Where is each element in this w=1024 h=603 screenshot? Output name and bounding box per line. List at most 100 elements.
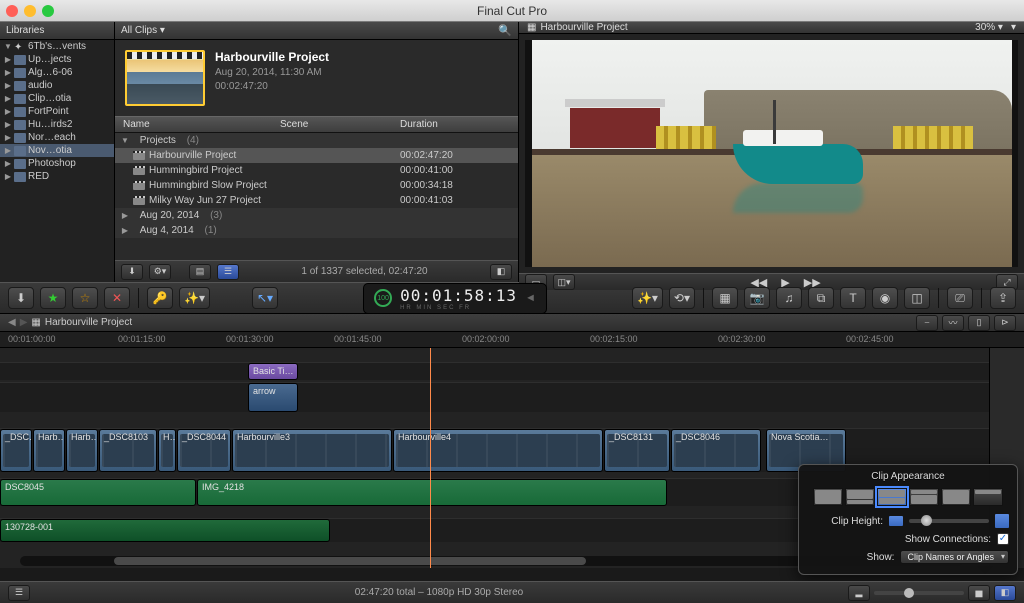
video-clip[interactable]: _DSC8046 [671,429,761,472]
gear-menu-button[interactable]: ⚙▾ [149,264,171,280]
effects-browser-button[interactable]: ▦ [712,287,738,309]
appearance-option-1[interactable] [813,488,843,506]
photos-browser-button[interactable]: 📷 [744,287,770,309]
event-item[interactable]: ▶Hu…irds2 [0,118,114,131]
library-root[interactable]: ▼ ✦ 6Tb's…vents [0,40,114,53]
video-clip[interactable]: Harbourville4 [393,429,603,472]
col-duration[interactable]: Duration [400,119,518,130]
disclosure-triangle-icon[interactable]: ▶ [4,172,12,181]
disclosure-triangle-icon[interactable]: ▼ [4,42,12,51]
clip-height-slider[interactable] [909,519,989,523]
clip-appearance-button[interactable]: ◧ [490,264,512,280]
unrate-button[interactable]: ☆ [72,287,98,309]
event-item[interactable]: ▶audio [0,79,114,92]
share-button[interactable]: ⇪ [990,287,1016,309]
timeline-index-button[interactable]: ☰ [8,585,30,601]
inspector-button[interactable]: ⎚ [947,287,973,309]
timeline-zoom-slider[interactable] [874,591,964,595]
show-names-select[interactable]: Clip Names or Angles [900,550,1009,564]
video-clip[interactable]: _DSC8103 [99,429,157,472]
retime-button[interactable]: ⟲▾ [669,287,695,309]
snapping-button[interactable]: ⊳ [994,315,1016,331]
audio-clip[interactable]: 130728-001 [0,519,330,542]
event-item[interactable]: ▶Up…jects [0,53,114,66]
minimize-window-button[interactable] [24,5,36,17]
timecode-value[interactable]: 00:01:58:13 [400,286,517,305]
keyword-button[interactable]: 🔑 [147,287,173,309]
timeline-history-fwd[interactable]: ▶ [20,317,28,328]
event-item[interactable]: ▶Alg…6-06 [0,66,114,79]
timeline-history-back[interactable]: ◀ [8,317,16,328]
appearance-option-6[interactable] [973,488,1003,506]
event-item[interactable]: ▶Photoshop [0,157,114,170]
skimming-button[interactable]: ⎯ [916,315,938,331]
viewer-zoom-menu[interactable]: 30% ▾ [975,22,1003,33]
disclosure-triangle-icon[interactable]: ▶ [4,159,12,168]
timecode-dashboard[interactable]: 100 00:01:58:13 HR MIN SEC FR ◄ [363,283,547,314]
effects-enhance-button[interactable]: ✨▾ [632,287,663,309]
favorite-button[interactable]: ★ [40,287,66,309]
filmstrip-view-button[interactable]: ▤ [189,264,211,280]
disclosure-triangle-icon[interactable]: ▶ [121,226,129,235]
disclosure-triangle-icon[interactable]: ▶ [4,133,12,142]
browser-filter[interactable]: All Clips ▾ [121,25,165,36]
title-clip[interactable]: Basic Ti… [248,363,298,380]
browser-item-row[interactable]: Milky Way Jun 27 Project00:00:41:03 [115,193,518,208]
disclosure-triangle-icon[interactable]: ▶ [4,146,12,155]
browser-columns-header[interactable]: Name Scene Duration [115,116,518,133]
viewer-canvas[interactable] [525,40,1018,267]
disclosure-triangle-icon[interactable]: ▶ [4,68,12,77]
zoom-window-button[interactable] [42,5,54,17]
show-connections-checkbox[interactable]: ✓ [997,533,1009,545]
audio-clip[interactable]: DSC8045 [0,479,196,506]
scrollbar-thumb[interactable] [114,557,586,565]
browser-item-row[interactable]: Harbourville Project00:02:47:20 [115,148,518,163]
bg-tasks-icon[interactable]: 100 [374,289,392,307]
auto-enhance-button[interactable]: ✨▾ [179,287,210,309]
clip-appearance-toggle[interactable]: ◧ [994,585,1016,601]
video-clip[interactable]: _DSC8044 [177,429,231,472]
video-clip[interactable]: _DSC… [0,429,32,472]
disclosure-triangle-icon[interactable]: ▶ [4,120,12,129]
audio-clip[interactable]: IMG_4218 [197,479,667,506]
disclosure-triangle-icon[interactable]: ▶ [4,94,12,103]
project-thumbnail[interactable] [125,50,205,106]
import-button[interactable]: ⬇ [121,264,143,280]
search-icon[interactable]: 🔍 [498,24,512,37]
disclosure-triangle-icon[interactable]: ▶ [4,81,12,90]
audio-meter-icon[interactable]: ◄ [525,292,536,304]
video-clip[interactable]: Harb… [66,429,98,472]
browser-item-row[interactable]: Hummingbird Project00:00:41:00 [115,163,518,178]
transitions-browser-button[interactable]: ⧉ [808,287,834,309]
disclosure-triangle-icon[interactable]: ▶ [4,55,12,64]
generator-clip[interactable]: arrow [248,383,298,412]
video-clip[interactable]: _DSC8131 [604,429,670,472]
event-item[interactable]: ▶Nor…each [0,131,114,144]
disclosure-triangle-icon[interactable]: ▶ [121,211,129,220]
close-window-button[interactable] [6,5,18,17]
reject-button[interactable]: ✕ [104,287,130,309]
disclosure-triangle-icon[interactable]: ▼ [121,136,129,145]
zoom-slider-min[interactable]: ▂ [848,585,870,601]
event-item[interactable]: ▶FortPoint [0,105,114,118]
video-clip[interactable]: Harb… [33,429,65,472]
themes-browser-button[interactable]: ◫ [904,287,930,309]
titles-browser-button[interactable]: T [840,287,866,309]
audio-skimming-button[interactable]: 〰 [942,315,964,331]
col-name[interactable]: Name [115,119,280,130]
viewer-settings-button[interactable]: ▾ [1011,22,1016,33]
zoom-slider-max[interactable]: ▅ [968,585,990,601]
video-clip[interactable]: Harbourville3 [232,429,392,472]
solo-button[interactable]: ▯ [968,315,990,331]
timeline-ruler[interactable]: 00:01:00:00 00:01:15:00 00:01:30:00 00:0… [0,332,1024,348]
disclosure-triangle-icon[interactable]: ▶ [4,107,12,116]
browser-item-row[interactable]: Hummingbird Slow Project00:00:34:18 [115,178,518,193]
browser-group-row[interactable]: ▼ Projects (4) [115,133,518,148]
import-media-button[interactable]: ⬇ [8,287,34,309]
browser-group-row[interactable]: ▶ Aug 4, 2014 (1) [115,223,518,238]
col-scene[interactable]: Scene [280,119,400,130]
browser-group-row[interactable]: ▶ Aug 20, 2014 (3) [115,208,518,223]
list-view-button[interactable]: ☰ [217,264,239,280]
event-item-selected[interactable]: ▶Nov…otia [0,144,114,157]
appearance-option-4[interactable] [909,488,939,506]
